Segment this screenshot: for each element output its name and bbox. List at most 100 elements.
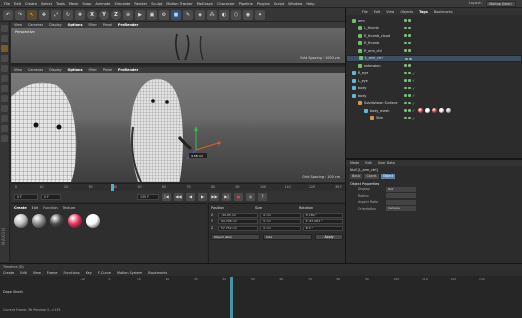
render-view-icon[interactable]: ▶ xyxy=(135,9,145,20)
menu-snap[interactable]: Snap xyxy=(82,2,91,6)
menu-pipeline[interactable]: Pipeline xyxy=(239,2,253,6)
enable-check-icon[interactable]: ✓ xyxy=(412,86,415,91)
timeline-menu-edit[interactable]: Edit xyxy=(20,271,27,275)
camera-icon[interactable]: ◉ xyxy=(243,9,253,20)
menu-window[interactable]: Window xyxy=(288,2,302,6)
visibility-dots-icon[interactable] xyxy=(404,19,411,22)
menu-edit[interactable]: Edit xyxy=(14,2,21,6)
workplane-icon[interactable] xyxy=(1,55,8,62)
visibility-dots-icon[interactable] xyxy=(404,71,411,74)
lock-workplane-icon[interactable] xyxy=(1,135,8,142)
move-icon[interactable]: ✥ xyxy=(39,9,49,20)
position-y-field[interactable]: 94.708 cm xyxy=(218,219,259,224)
visibility-dots-icon[interactable] xyxy=(405,57,412,60)
visibility-dots-icon[interactable] xyxy=(404,49,411,52)
previous-frame-icon[interactable]: ◀ xyxy=(186,192,195,201)
coordinate-system-icon[interactable]: ⊕ xyxy=(123,9,133,20)
enable-check-icon[interactable]: ✓ xyxy=(412,101,415,106)
redo-icon[interactable]: ↷ xyxy=(15,9,25,20)
position-x-field[interactable]: -34.05 cm xyxy=(218,212,259,218)
next-key-icon[interactable]: ▶▶ xyxy=(210,192,219,201)
record-icon[interactable]: ● xyxy=(234,192,243,201)
undo-icon[interactable]: ↶ xyxy=(3,9,13,20)
material-menu-create[interactable]: Create xyxy=(14,206,27,210)
viewport-main[interactable]: View Cameras Display Options Filter Pane… xyxy=(11,67,345,182)
enable-check-icon[interactable]: ✓ xyxy=(412,116,415,121)
menu-plugins[interactable]: Plugins xyxy=(257,2,270,6)
viewport-menu-view[interactable]: View xyxy=(14,23,22,27)
object-row[interactable]: extension xyxy=(346,62,522,70)
timeline-menu-bookmarks[interactable]: Bookmarks xyxy=(148,271,167,275)
viewport-menu-prorender[interactable]: ProRender xyxy=(118,23,138,27)
timeline-playhead[interactable] xyxy=(230,277,233,318)
tab-basic[interactable]: Basic xyxy=(350,174,363,179)
object-row[interactable]: Skin ✓ xyxy=(346,115,522,123)
live-selection-icon[interactable]: ↖ xyxy=(27,9,37,20)
axis-mode-icon[interactable] xyxy=(1,95,8,102)
pen-icon[interactable]: ✎ xyxy=(183,9,193,20)
enable-check-icon[interactable]: ✓ xyxy=(412,93,415,98)
timeline-panel-ruler[interactable]: -10 0 10 20 30 40 50 60 70 80 90 100 110 120 130 xyxy=(80,277,510,283)
help-icon[interactable]: ? xyxy=(258,192,267,201)
attr-menu-mode[interactable]: Mode xyxy=(350,161,359,165)
size-x-field[interactable]: 0 cm xyxy=(260,212,301,218)
timeline-menu-key[interactable]: Key xyxy=(86,271,92,275)
menu-script[interactable]: Script xyxy=(274,2,284,6)
timeline-menu-motion-system[interactable]: Motion System xyxy=(117,271,142,275)
visibility-dots-icon[interactable] xyxy=(404,94,411,97)
coordinate-mode-select[interactable]: Object (Rel) xyxy=(211,233,260,240)
object-row[interactable]: arm xyxy=(346,17,522,25)
autokey-icon[interactable]: ◎ xyxy=(246,192,255,201)
menu-tools[interactable]: Tools xyxy=(56,2,65,6)
layout-select[interactable]: Startup (User) xyxy=(486,1,516,7)
visibility-dots-icon[interactable] xyxy=(404,26,411,29)
visibility-dots-icon[interactable] xyxy=(404,41,411,44)
object-row[interactable]: body ✓ xyxy=(346,85,522,93)
visibility-dots-icon[interactable] xyxy=(404,79,411,82)
attr-menu-edit[interactable]: Edit xyxy=(365,161,372,165)
visibility-dots-icon[interactable] xyxy=(404,34,411,37)
material-menu-texture[interactable]: Texture xyxy=(63,206,75,210)
size-mode-select[interactable]: Size xyxy=(263,233,312,240)
texture-mode-icon[interactable] xyxy=(1,45,8,52)
y-axis-button[interactable]: Y xyxy=(99,9,109,20)
object-row[interactable]: L_thumb xyxy=(346,25,522,33)
om-menu-objects[interactable]: Objects xyxy=(400,10,413,14)
object-row[interactable]: R_eye ✓ xyxy=(346,70,522,78)
previous-key-icon[interactable]: ◀◀ xyxy=(174,192,183,201)
timeline-ruler[interactable]: 36 F 0 10 20 30 40 50 60 70 80 90 100 110 120 xyxy=(11,183,345,192)
rotation-b-field[interactable]: B 0 ° xyxy=(302,225,343,231)
menu-mograph[interactable]: MoGraph xyxy=(197,2,213,6)
property-value[interactable]: Dot xyxy=(386,186,416,192)
material-menu-edit[interactable]: Edit xyxy=(32,206,39,210)
start-frame-field[interactable]: 0 F xyxy=(14,193,38,200)
material-tag-icon[interactable] xyxy=(446,108,451,113)
scene-icon[interactable]: ⬡ xyxy=(231,9,241,20)
timeline-menu-create[interactable]: Create xyxy=(3,271,14,275)
size-y-field[interactable]: 0 cm xyxy=(260,219,301,224)
material-swatch[interactable] xyxy=(14,214,28,228)
polygons-mode-icon[interactable] xyxy=(1,85,8,92)
enable-check-icon[interactable]: ✓ xyxy=(412,71,415,76)
timeline-menu-f-curve[interactable]: F-Curve xyxy=(98,271,111,275)
timeline-menu-frame[interactable]: Frame xyxy=(47,271,58,275)
om-menu-tags[interactable]: Tags xyxy=(419,10,428,14)
goto-end-icon[interactable]: ▶| xyxy=(222,192,231,201)
scale-icon[interactable]: ⤢ xyxy=(51,9,61,20)
timeline-menu-functions[interactable]: Functions xyxy=(63,271,79,275)
property-value[interactable] xyxy=(386,199,416,205)
visibility-dots-icon[interactable] xyxy=(404,101,411,104)
z-axis-button[interactable]: Z xyxy=(111,9,121,20)
property-value[interactable] xyxy=(386,193,416,199)
current-frame-field[interactable]: 0 F xyxy=(41,193,61,200)
object-row[interactable]: body_mesh ✓ xyxy=(346,107,522,115)
make-editable-icon[interactable] xyxy=(1,25,8,32)
edges-mode-icon[interactable] xyxy=(1,75,8,82)
timeline-menu-view[interactable]: View xyxy=(33,271,41,275)
subdivision-icon[interactable]: ◈ xyxy=(195,9,205,20)
om-menu-view[interactable]: View xyxy=(386,10,394,14)
recent-tools-icon[interactable]: ✚ xyxy=(75,9,85,20)
object-row[interactable]: body ✓ xyxy=(346,92,522,100)
size-z-field[interactable]: 0 cm xyxy=(260,225,301,231)
material-tag-icon[interactable] xyxy=(432,108,437,113)
